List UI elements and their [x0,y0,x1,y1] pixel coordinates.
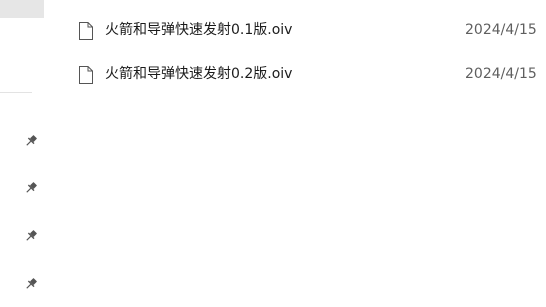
file-name[interactable]: 火箭和导弹快速发射0.2版.oiv [105,65,292,83]
file-icon [79,22,93,40]
pin-icon[interactable] [24,134,38,148]
file-name[interactable]: 火箭和导弹快速发射0.1版.oiv [105,21,292,39]
file-icon [79,66,93,84]
file-row[interactable]: 火箭和导弹快速发射0.2版.oiv 2024/4/15 [60,60,546,88]
file-date-modified: 2024/4/15 [465,22,537,38]
pin-icon[interactable] [24,229,38,243]
file-row[interactable]: 火箭和导弹快速发射0.1版.oiv 2024/4/15 [60,16,546,44]
nav-selected-item[interactable] [0,0,44,18]
navigation-pane [0,0,44,307]
pin-icon[interactable] [24,181,38,195]
file-list: 火箭和导弹快速发射0.1版.oiv 2024/4/15 火箭和导弹快速发射0.2… [60,0,546,307]
pin-icon[interactable] [24,277,38,291]
file-explorer-window: 火箭和导弹快速发射0.1版.oiv 2024/4/15 火箭和导弹快速发射0.2… [0,0,546,307]
nav-divider [0,92,32,93]
file-date-modified: 2024/4/15 [465,66,537,82]
